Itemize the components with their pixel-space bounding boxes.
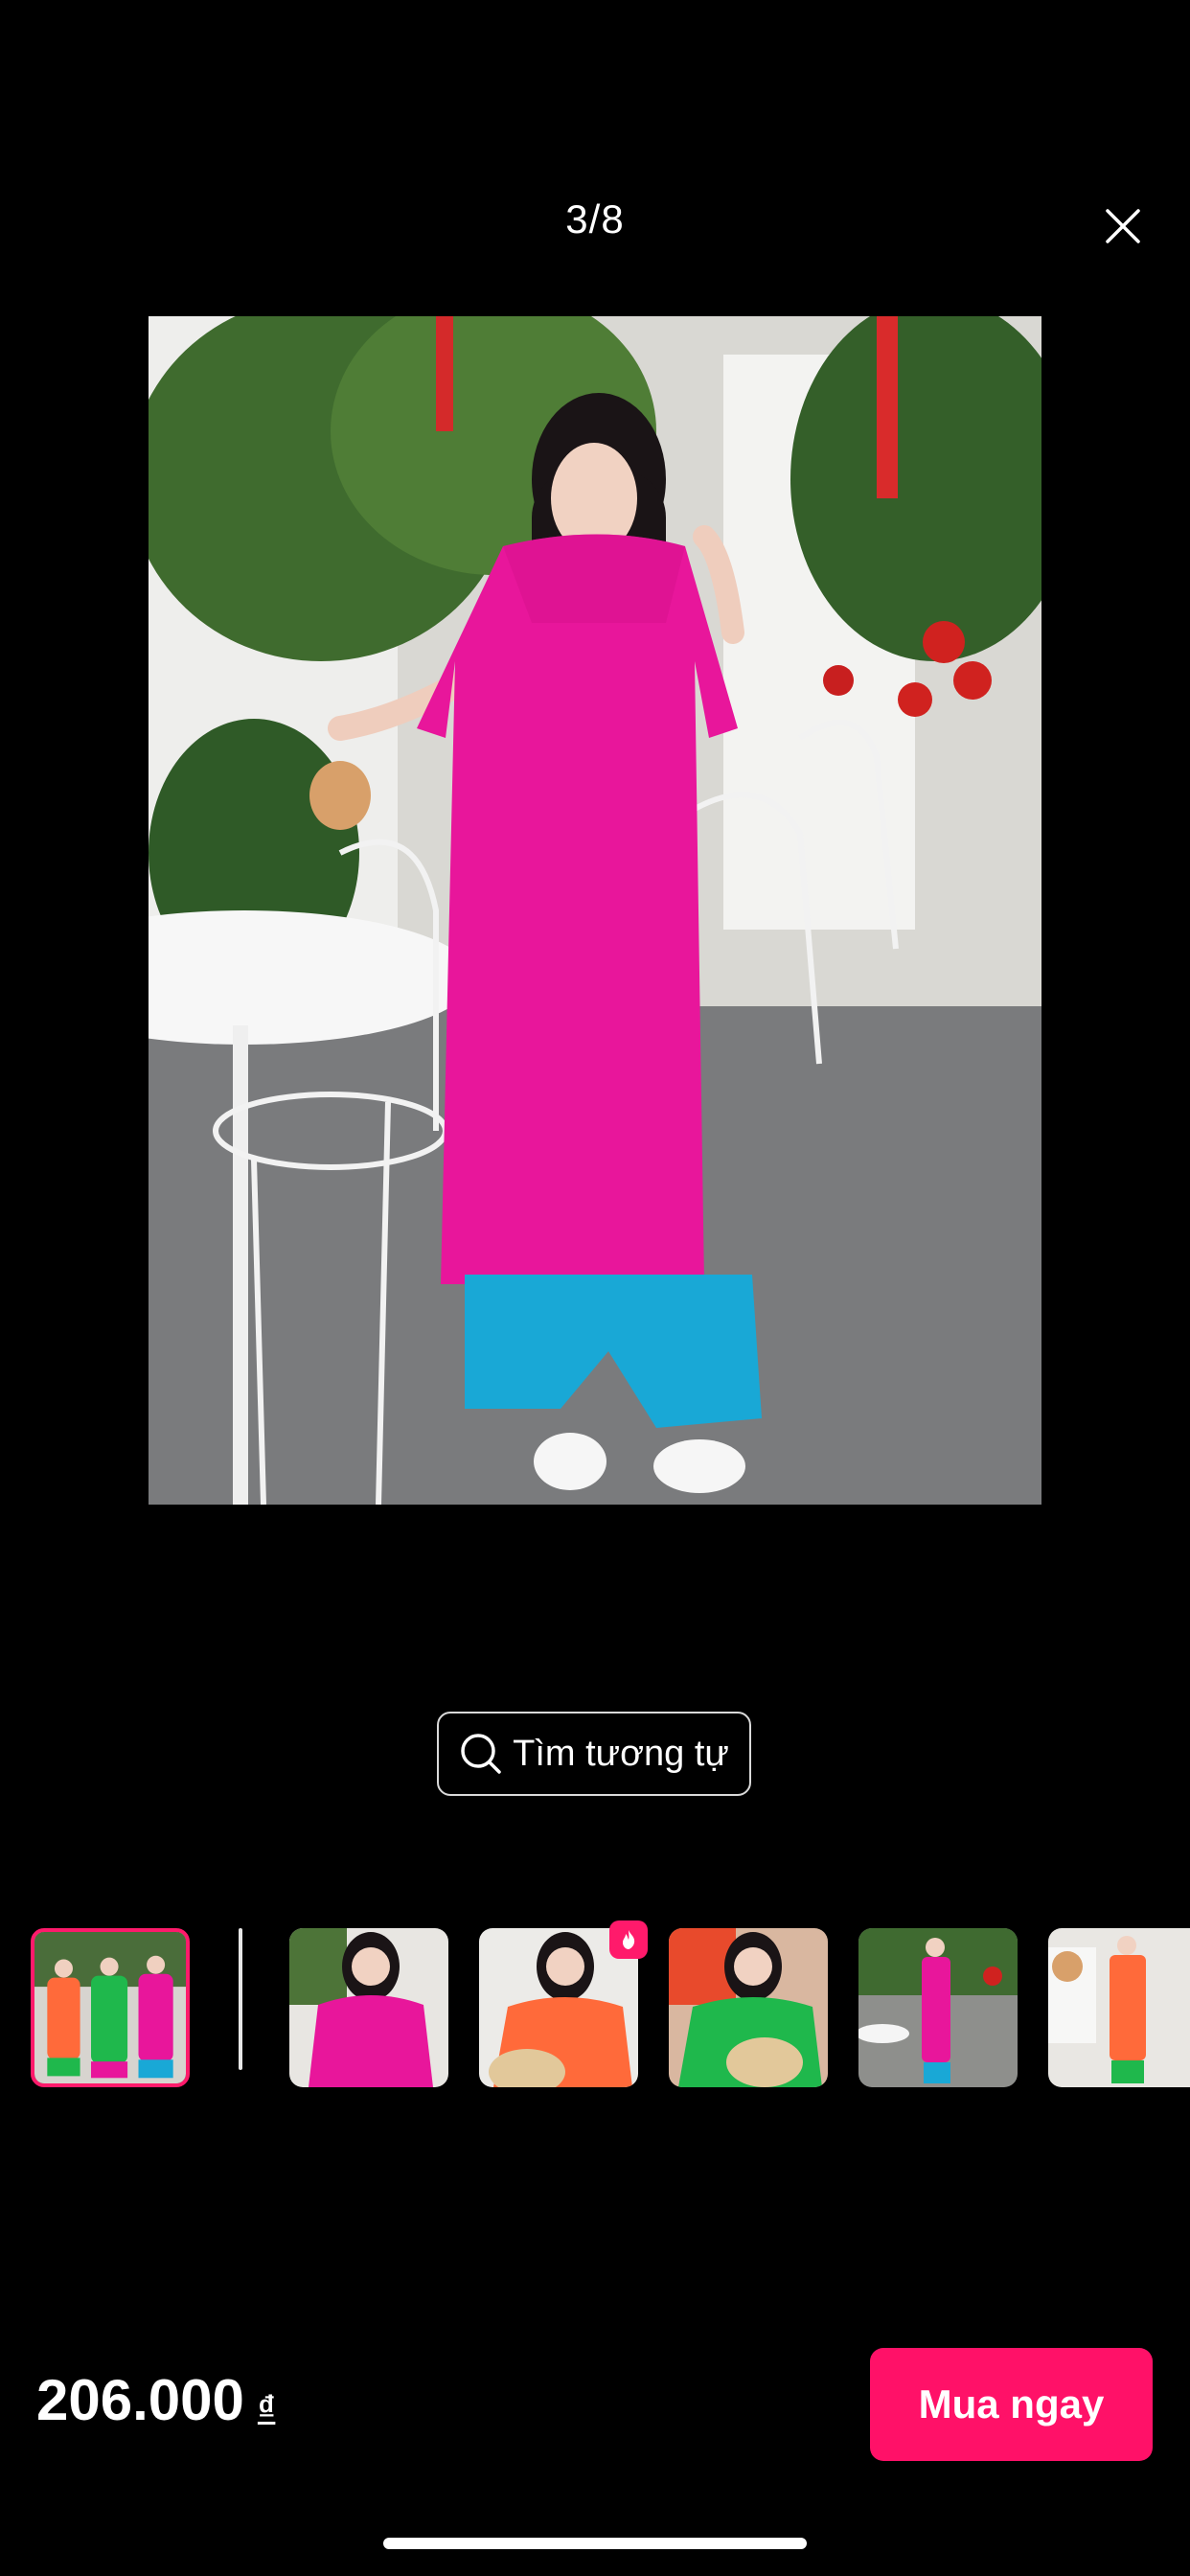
close-icon: [1106, 209, 1140, 243]
search-icon: [461, 1734, 501, 1774]
product-photo[interactable]: [149, 316, 1041, 1505]
thumbnail-1[interactable]: [31, 1928, 190, 2087]
thumbnail-image: [1048, 1928, 1190, 2087]
product-photo-image: [149, 316, 1041, 1505]
flame-icon: [623, 1930, 635, 1949]
search-similar-button[interactable]: Tìm tương tự: [437, 1712, 751, 1796]
buy-now-button[interactable]: Mua ngay: [870, 2348, 1153, 2461]
thumbnail-image: [34, 1932, 186, 2083]
thumbnail-strip[interactable]: [0, 1928, 1190, 2089]
thumbnail-4[interactable]: [669, 1928, 828, 2087]
price-amount: 206.000: [36, 2368, 244, 2432]
thumbnail-image: [669, 1928, 828, 2087]
search-similar-label: Tìm tương tự: [513, 1733, 729, 1774]
thumbnail-6[interactable]: [1048, 1928, 1190, 2087]
thumbnail-5[interactable]: [858, 1928, 1018, 2087]
thumbnail-image: [289, 1928, 448, 2087]
hot-badge: [609, 1920, 648, 1959]
home-indicator[interactable]: [383, 2538, 807, 2549]
price: 206.000 ₫: [36, 2367, 275, 2433]
buy-now-label: Mua ngay: [918, 2381, 1105, 2426]
thumbnail-image: [858, 1928, 1018, 2087]
thumbnail-2[interactable]: [289, 1928, 448, 2087]
image-counter: 3/8: [565, 196, 625, 242]
price-currency: ₫: [257, 2388, 276, 2427]
close-button[interactable]: [1100, 203, 1146, 249]
thumbnail-divider: [239, 1928, 242, 2070]
